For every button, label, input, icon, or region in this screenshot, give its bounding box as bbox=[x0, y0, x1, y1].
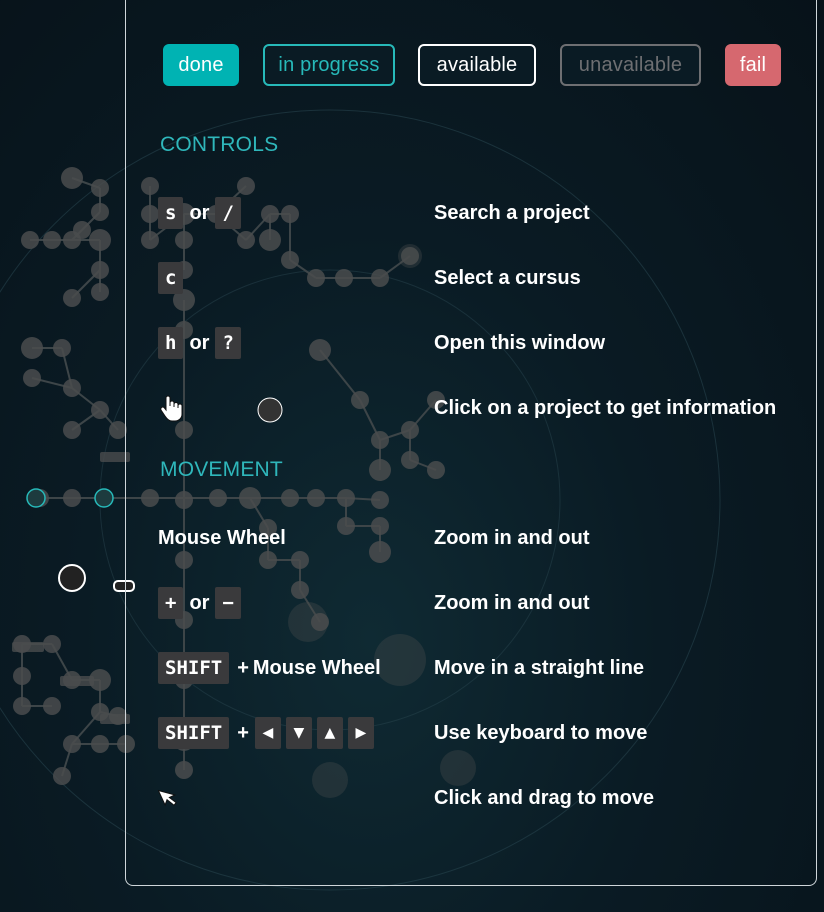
key-arrow-down: ▼ bbox=[285, 717, 312, 749]
or-label: or bbox=[189, 201, 210, 224]
plus-label: + bbox=[237, 656, 249, 679]
control-description: Click on a project to get information bbox=[434, 397, 777, 419]
or-label: or bbox=[189, 591, 210, 614]
mouse-wheel-label: Mouse Wheel bbox=[252, 656, 381, 679]
status-badge-unavailable: unavailable bbox=[560, 44, 701, 86]
status-legend: done in progress available unavailable f… bbox=[163, 44, 803, 86]
key-minus: − bbox=[215, 587, 241, 619]
key-arrow-up: ▲ bbox=[316, 717, 343, 749]
status-badge-in-progress: in progress bbox=[263, 44, 395, 86]
status-badge-available: available bbox=[418, 44, 536, 86]
movement-description: Use keyboard to move bbox=[434, 722, 648, 744]
control-description: Open this window bbox=[434, 332, 606, 354]
movement-heading: MOVEMENT bbox=[160, 458, 283, 481]
controls-heading: CONTROLS bbox=[160, 133, 279, 156]
movement-row-zoom-wheel: Mouse Wheel Zoom in and out bbox=[158, 520, 798, 556]
movement-description: Move in a straight line bbox=[434, 657, 645, 679]
key-shift: SHIFT bbox=[158, 652, 230, 684]
arrow-cursor-icon bbox=[157, 783, 184, 813]
status-badge-fail: fail bbox=[725, 44, 781, 86]
control-description: Search a project bbox=[434, 202, 590, 224]
movement-row-drag: Click and drag to move bbox=[157, 780, 798, 816]
control-row-search: s or / Search a project bbox=[158, 195, 798, 231]
key-c: c bbox=[158, 262, 184, 294]
key-question: ? bbox=[215, 327, 241, 359]
key-arrow-right: ▶ bbox=[347, 717, 374, 749]
movement-row-zoom-keys: + or − Zoom in and out bbox=[158, 585, 798, 621]
movement-description: Zoom in and out bbox=[434, 592, 590, 614]
control-description: Select a cursus bbox=[434, 267, 581, 289]
key-slash: / bbox=[215, 197, 241, 229]
plus-label: + bbox=[237, 721, 249, 744]
movement-row-straight-line: SHIFT + Mouse Wheel Move in a straight l… bbox=[158, 650, 798, 686]
status-badge-done: done bbox=[163, 44, 239, 86]
key-arrow-left: ◀ bbox=[254, 717, 281, 749]
movement-description: Click and drag to move bbox=[434, 787, 655, 809]
key-plus: + bbox=[158, 587, 184, 619]
or-label: or bbox=[189, 331, 210, 354]
movement-description: Zoom in and out bbox=[434, 527, 590, 549]
key-h: h bbox=[158, 327, 184, 359]
hand-pointer-icon bbox=[158, 393, 184, 423]
movement-row-keyboard: SHIFT + ◀ ▼ ▲ ▶ Use keyboard to move bbox=[158, 715, 798, 751]
mouse-wheel-label: Mouse Wheel bbox=[158, 526, 286, 549]
control-row-help: h or ? Open this window bbox=[158, 325, 798, 361]
control-row-click-project: Click on a project to get information bbox=[158, 390, 798, 426]
control-row-cursus: c Select a cursus bbox=[158, 260, 798, 296]
key-s: s bbox=[158, 197, 184, 229]
key-shift: SHIFT bbox=[158, 717, 230, 749]
